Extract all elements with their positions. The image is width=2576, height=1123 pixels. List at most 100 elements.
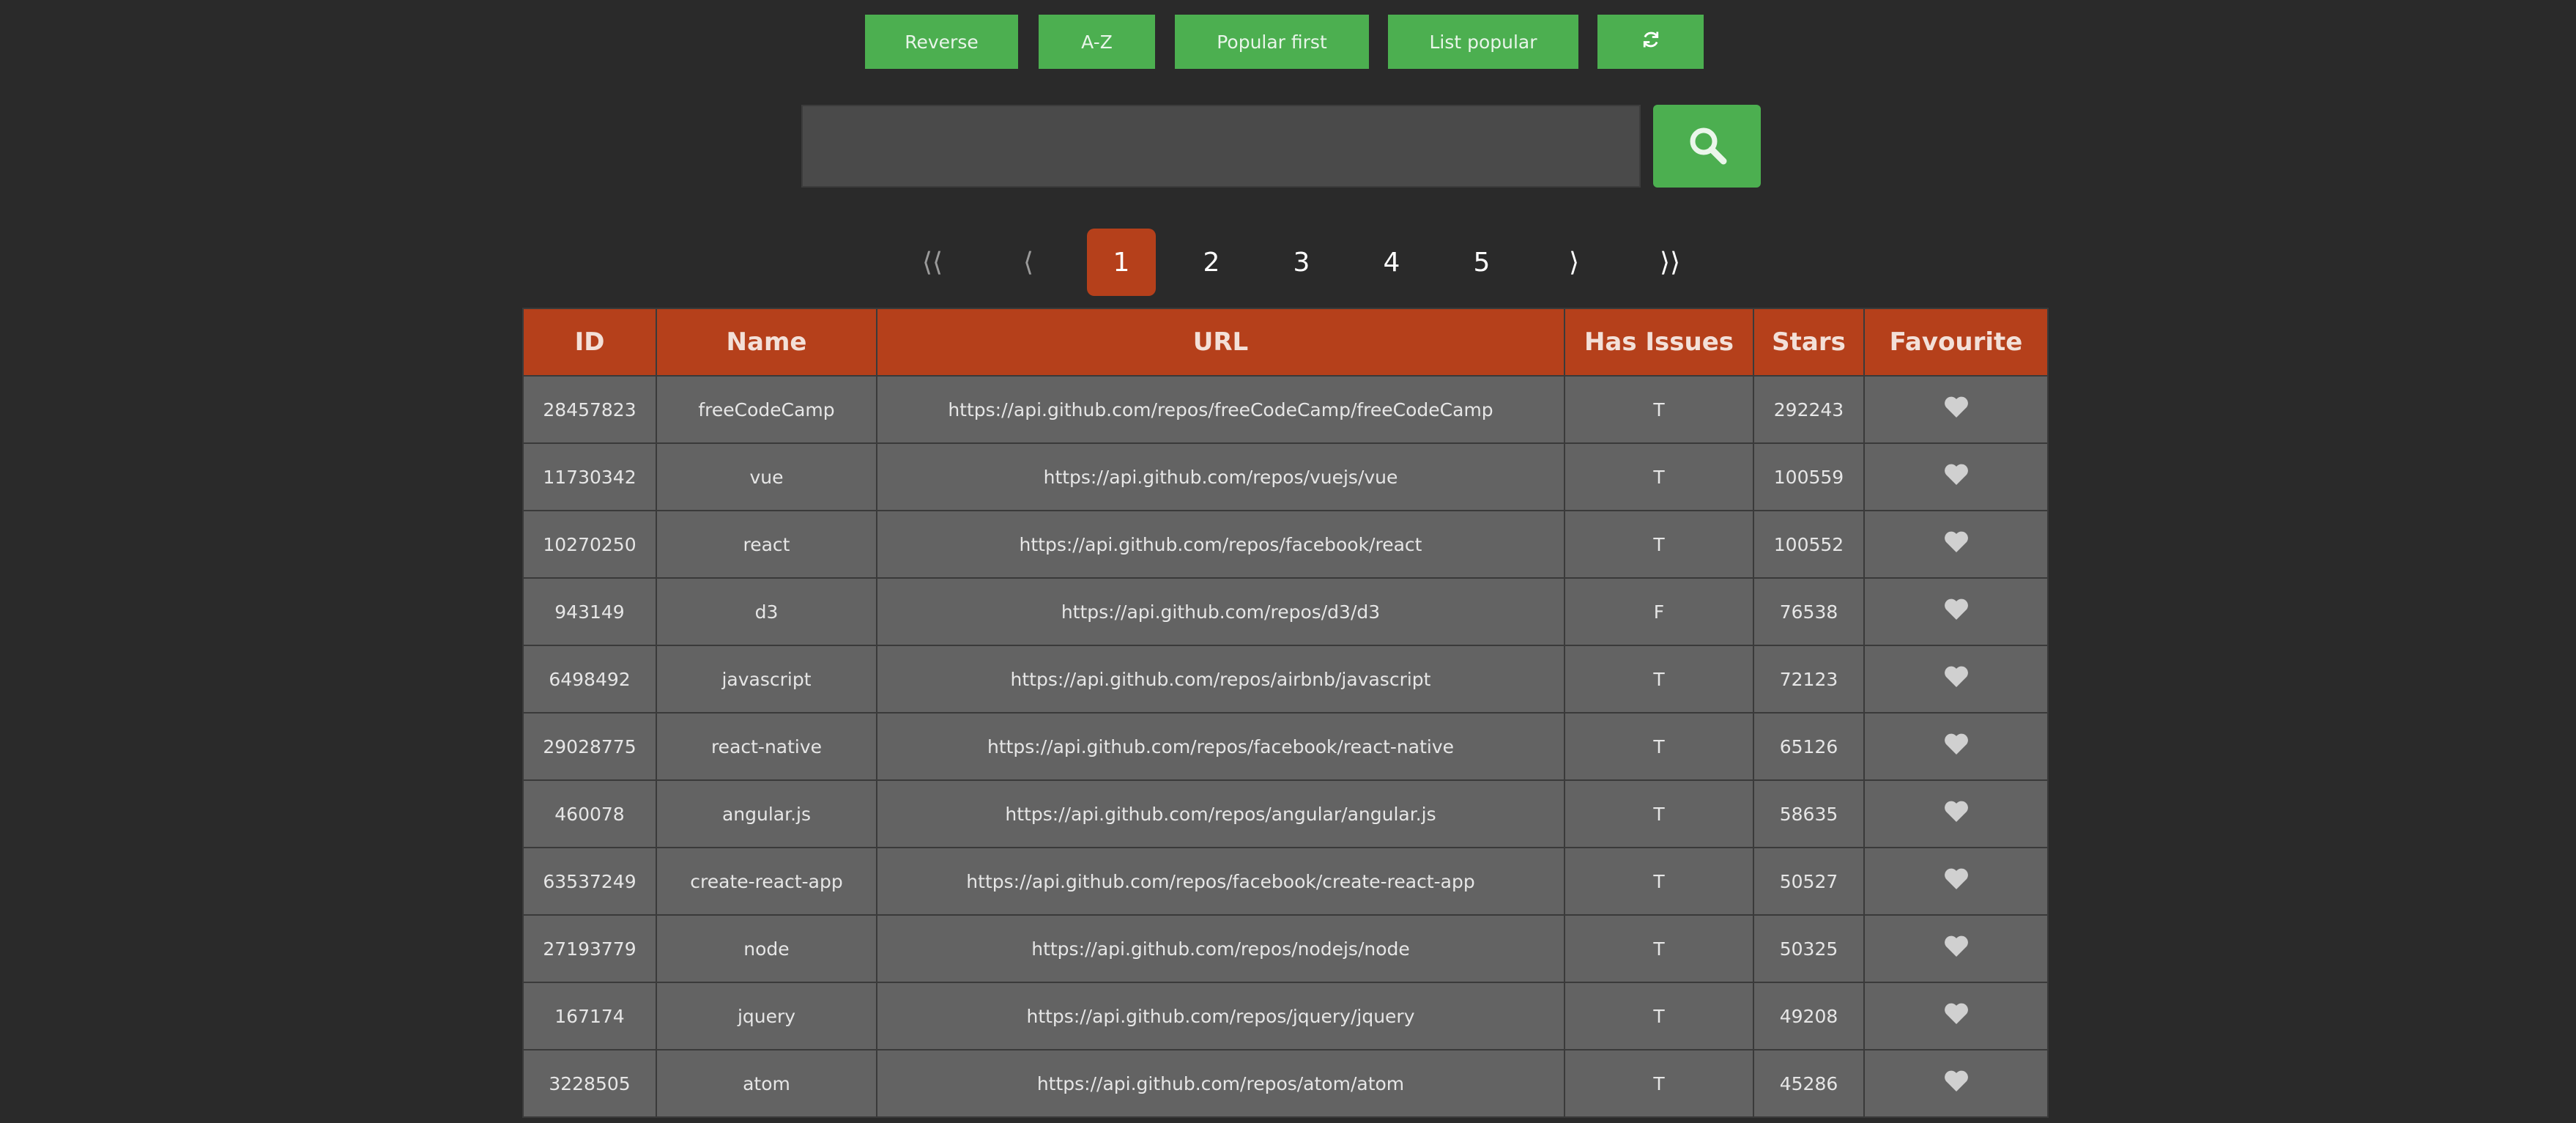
- heart-icon[interactable]: [1944, 935, 1969, 962]
- cell-name: freeCodeCamp: [656, 375, 877, 444]
- search-icon: [1685, 123, 1729, 169]
- heart-icon[interactable]: [1944, 464, 1969, 490]
- cell-name: react: [656, 510, 877, 579]
- cell-has-issues: T: [1564, 712, 1754, 781]
- cell-url: https://api.github.com/repos/freeCodeCam…: [876, 375, 1565, 444]
- cell-id: 6498492: [522, 645, 657, 714]
- table-row[interactable]: 943149 d3 https://api.github.com/repos/d3/…: [522, 577, 2049, 646]
- column-header-has-issues[interactable]: Has Issues: [1564, 308, 1754, 377]
- page-button-2[interactable]: 2: [1177, 229, 1246, 296]
- cell-name: vue: [656, 442, 877, 511]
- refresh-icon: [1641, 29, 1661, 54]
- table-row[interactable]: 10270250 react https://api.github.com/repo…: [522, 510, 2049, 579]
- cell-has-issues: T: [1564, 914, 1754, 983]
- column-header-url[interactable]: URL: [876, 308, 1565, 377]
- search-input[interactable]: [801, 105, 1641, 188]
- heart-icon[interactable]: [1944, 1003, 1969, 1029]
- cell-stars: 50527: [1753, 847, 1865, 916]
- cell-name: react-native: [656, 712, 877, 781]
- cell-favourite: [1863, 712, 2049, 781]
- cell-favourite: [1863, 577, 2049, 646]
- toolbar: Reverse A-Z Popular first List popular: [0, 15, 2576, 69]
- cell-stars: 58635: [1753, 779, 1865, 848]
- search-button[interactable]: [1653, 105, 1761, 188]
- cell-id: 28457823: [522, 375, 657, 444]
- cell-name: node: [656, 914, 877, 983]
- cell-stars: 76538: [1753, 577, 1865, 646]
- table-row[interactable]: 460078 angular.js https://api.github.com/r…: [522, 779, 2049, 848]
- cell-id: 167174: [522, 982, 657, 1050]
- cell-id: 3228505: [522, 1049, 657, 1118]
- refresh-button[interactable]: [1597, 15, 1704, 69]
- cell-has-issues: F: [1564, 577, 1754, 646]
- page-button-5[interactable]: 5: [1447, 229, 1516, 296]
- cell-id: 63537249: [522, 847, 657, 916]
- cell-url: https://api.github.com/repos/facebook/re…: [876, 510, 1565, 579]
- table-body: 28457823 freeCodeCamp https://api.github.c…: [522, 375, 2049, 1118]
- cell-favourite: [1863, 914, 2049, 983]
- table-row[interactable]: 63537249 create-react-app https://api.gith…: [522, 847, 2049, 916]
- heart-icon[interactable]: [1944, 531, 1969, 557]
- next-page-button[interactable]: ⟩: [1540, 229, 1608, 296]
- cell-id: 10270250: [522, 510, 657, 579]
- repos-table: ID Name URL Has Issues Stars Favourite 2…: [522, 308, 2049, 1118]
- table-row[interactable]: 6498492 javascript https://api.github.com/…: [522, 645, 2049, 714]
- cell-has-issues: T: [1564, 645, 1754, 714]
- table-row[interactable]: 27193779 node https://api.github.com/repos…: [522, 914, 2049, 983]
- a-z-button[interactable]: A-Z: [1039, 15, 1155, 69]
- cell-name: angular.js: [656, 779, 877, 848]
- column-header-id[interactable]: ID: [522, 308, 657, 377]
- page-button-1[interactable]: 1: [1087, 229, 1156, 296]
- search-bar: [0, 105, 2576, 188]
- heart-icon[interactable]: [1944, 598, 1969, 625]
- cell-has-issues: T: [1564, 442, 1754, 511]
- cell-favourite: [1863, 982, 2049, 1050]
- cell-favourite: [1863, 645, 2049, 714]
- first-page-button[interactable]: ⟨⟨: [898, 229, 967, 296]
- cell-url: https://api.github.com/repos/facebook/cr…: [876, 847, 1565, 916]
- column-header-stars[interactable]: Stars: [1753, 308, 1865, 377]
- table-row[interactable]: 28457823 freeCodeCamp https://api.github.c…: [522, 375, 2049, 444]
- table-row[interactable]: 3228505 atom https://api.github.com/repos/…: [522, 1049, 2049, 1118]
- heart-icon[interactable]: [1944, 666, 1969, 692]
- page-button-4[interactable]: 4: [1357, 229, 1426, 296]
- pagination: ⟨⟨ ⟨ 1 2 3 4 5 ⟩ ⟩⟩: [0, 229, 2576, 296]
- page-button-3[interactable]: 3: [1267, 229, 1336, 296]
- table-row[interactable]: 29028775 react-native https://api.github.c…: [522, 712, 2049, 781]
- cell-has-issues: T: [1564, 982, 1754, 1050]
- column-header-name[interactable]: Name: [656, 308, 877, 377]
- cell-stars: 45286: [1753, 1049, 1865, 1118]
- cell-stars: 50325: [1753, 914, 1865, 983]
- cell-favourite: [1863, 847, 2049, 916]
- heart-icon[interactable]: [1944, 733, 1969, 760]
- table-row[interactable]: 167174 jquery https://api.github.com/repos…: [522, 982, 2049, 1050]
- cell-stars: 49208: [1753, 982, 1865, 1050]
- reverse-button[interactable]: Reverse: [865, 15, 1018, 69]
- cell-stars: 100552: [1753, 510, 1865, 579]
- last-page-button[interactable]: ⟩⟩: [1636, 229, 1704, 296]
- cell-has-issues: T: [1564, 847, 1754, 916]
- column-header-favourite[interactable]: Favourite: [1863, 308, 2049, 377]
- cell-id: 460078: [522, 779, 657, 848]
- heart-icon[interactable]: [1944, 801, 1969, 827]
- cell-favourite: [1863, 779, 2049, 848]
- cell-url: https://api.github.com/repos/nodejs/node: [876, 914, 1565, 983]
- cell-url: https://api.github.com/repos/vuejs/vue: [876, 442, 1565, 511]
- heart-icon[interactable]: [1944, 868, 1969, 894]
- heart-icon[interactable]: [1944, 1070, 1969, 1097]
- cell-url: https://api.github.com/repos/jquery/jque…: [876, 982, 1565, 1050]
- cell-id: 29028775: [522, 712, 657, 781]
- cell-id: 27193779: [522, 914, 657, 983]
- heart-icon[interactable]: [1944, 396, 1969, 423]
- cell-name: atom: [656, 1049, 877, 1118]
- table-row[interactable]: 11730342 vue https://api.github.com/repos/…: [522, 442, 2049, 511]
- previous-page-button[interactable]: ⟨: [994, 229, 1063, 296]
- list-popular-button[interactable]: List popular: [1388, 15, 1578, 69]
- popular-first-button[interactable]: Popular first: [1175, 15, 1369, 69]
- cell-stars: 100559: [1753, 442, 1865, 511]
- cell-id: 11730342: [522, 442, 657, 511]
- cell-url: https://api.github.com/repos/angular/ang…: [876, 779, 1565, 848]
- cell-has-issues: T: [1564, 1049, 1754, 1118]
- cell-url: https://api.github.com/repos/atom/atom: [876, 1049, 1565, 1118]
- cell-has-issues: T: [1564, 375, 1754, 444]
